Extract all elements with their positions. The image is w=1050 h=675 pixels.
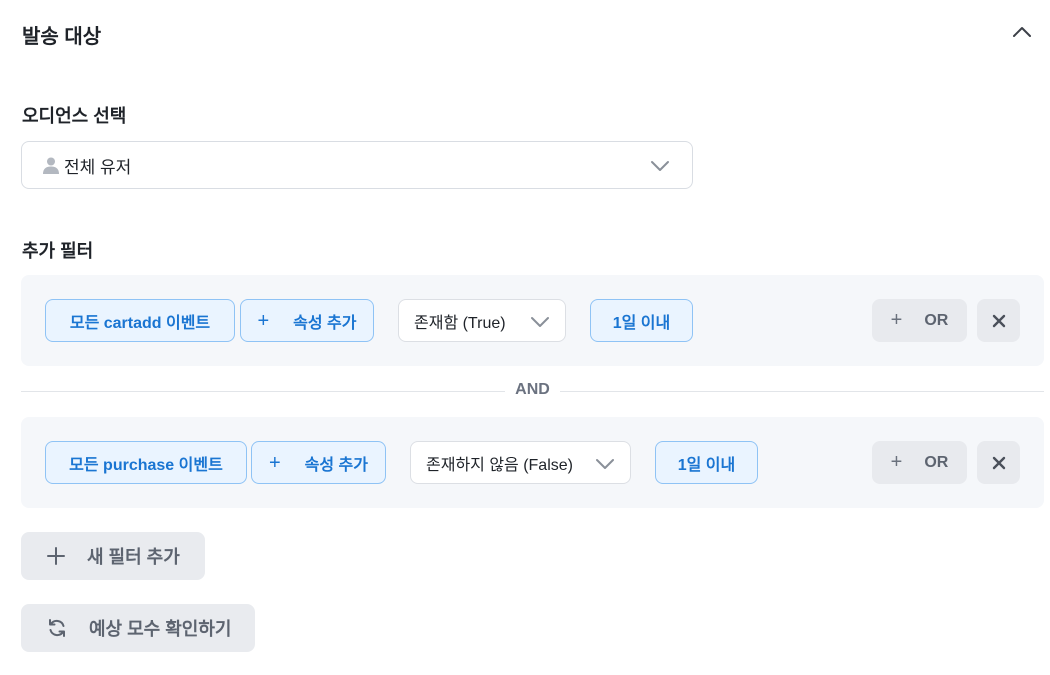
event-chip[interactable]: 모든 cartadd 이벤트 xyxy=(45,299,235,342)
chevron-down-icon xyxy=(531,313,549,329)
add-property-label: 속성 추가 xyxy=(304,456,368,474)
event-chip[interactable]: 모든 purchase 이벤트 xyxy=(45,441,247,484)
close-icon xyxy=(992,314,1005,327)
plus-icon: + xyxy=(257,309,270,332)
add-property-label: 속성 추가 xyxy=(293,314,357,332)
add-filter-label: 새 필터 추가 xyxy=(87,547,180,567)
add-filter-button[interactable]: 새 필터 추가 xyxy=(21,532,205,580)
condition-value: 존재함 (True) xyxy=(414,314,506,332)
or-label: OR xyxy=(924,311,949,329)
plus-icon: + xyxy=(268,451,281,474)
add-property-button[interactable]: + 속성 추가 xyxy=(251,441,386,484)
plus-icon xyxy=(47,547,65,565)
audience-select[interactable]: 전체 유저 xyxy=(21,141,693,189)
estimate-label: 예상 모수 확인하기 xyxy=(89,619,232,639)
plus-icon: + xyxy=(890,451,903,473)
remove-filter-button[interactable] xyxy=(977,299,1020,342)
chevron-up-icon xyxy=(1013,27,1031,37)
condition-value: 존재하지 않음 (False) xyxy=(426,456,573,474)
filter-row: 모든 purchase 이벤트 + 속성 추가 존재하지 않음 (False) … xyxy=(21,417,1044,508)
audience-label: 오디언스 선택 xyxy=(22,106,127,126)
refresh-icon xyxy=(47,618,67,638)
chevron-down-icon xyxy=(650,156,670,176)
period-chip[interactable]: 1일 이내 xyxy=(590,299,693,342)
and-label: AND xyxy=(505,381,560,399)
filter-row: 모든 cartadd 이벤트 + 속성 추가 존재함 (True) 1일 이내 … xyxy=(21,275,1044,366)
user-icon xyxy=(42,156,60,174)
remove-filter-button[interactable] xyxy=(977,441,1020,484)
condition-select[interactable]: 존재함 (True) xyxy=(398,299,566,342)
or-button[interactable]: + OR xyxy=(872,441,967,484)
or-label: OR xyxy=(924,453,949,471)
send-target-panel: 발송 대상 오디언스 선택 전체 유저 추가 필터 모든 cartadd 이벤트… xyxy=(0,0,1050,675)
section-title: 발송 대상 xyxy=(22,26,102,48)
audience-value: 전체 유저 xyxy=(64,157,132,177)
collapse-button[interactable] xyxy=(1008,18,1036,46)
filters-label: 추가 필터 xyxy=(22,241,94,261)
condition-select[interactable]: 존재하지 않음 (False) xyxy=(410,441,631,484)
close-icon xyxy=(992,456,1005,469)
estimate-audience-button[interactable]: 예상 모수 확인하기 xyxy=(21,604,255,652)
or-button[interactable]: + OR xyxy=(872,299,967,342)
add-property-button[interactable]: + 속성 추가 xyxy=(240,299,374,342)
chevron-down-icon xyxy=(596,455,614,471)
period-chip[interactable]: 1일 이내 xyxy=(655,441,758,484)
plus-icon: + xyxy=(890,309,903,331)
